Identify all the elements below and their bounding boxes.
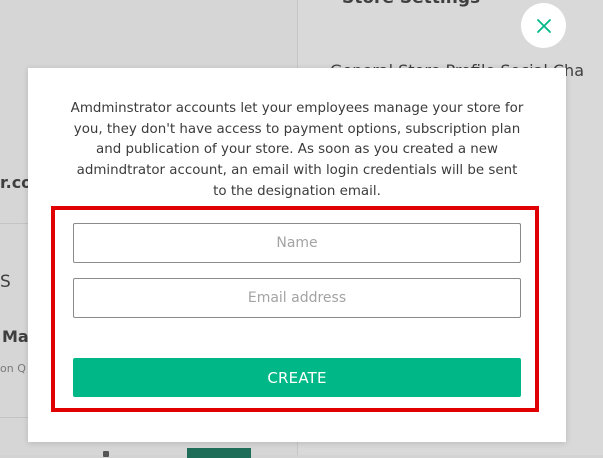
section-heading: S	[0, 272, 11, 292]
modal-description: Amdminstrator accounts let your employee…	[70, 101, 524, 199]
email-input[interactable]	[73, 278, 521, 318]
list-item-title: Ma	[2, 327, 29, 346]
store-settings-title: Store Settings	[342, 0, 480, 8]
background-icon	[103, 451, 109, 457]
name-input[interactable]	[73, 223, 521, 263]
create-admin-modal: Amdminstrator accounts let your employee…	[28, 68, 566, 442]
close-button[interactable]	[521, 3, 566, 48]
background-button	[187, 448, 251, 458]
create-button[interactable]: CREATE	[73, 358, 521, 397]
list-item-subtitle: on Q	[0, 362, 26, 375]
close-icon	[536, 18, 552, 34]
